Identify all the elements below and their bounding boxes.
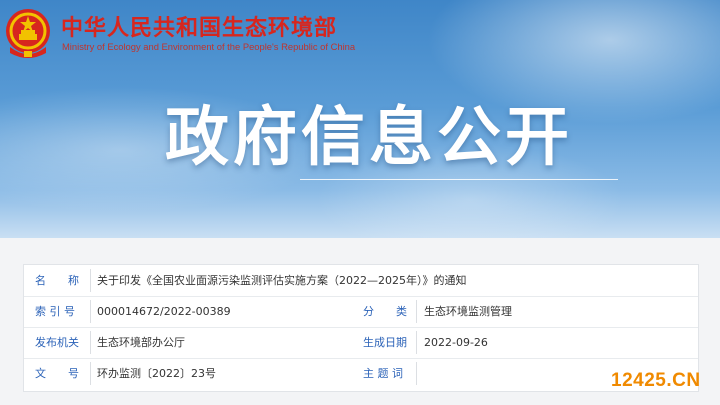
column-divider <box>90 300 91 323</box>
document-title[interactable]: 关于印发《全国农业面源污染监测评估实施方案（2022—2025年）》的通知 <box>97 265 467 296</box>
document-info-table: 名 称 关于印发《全国农业面源污染监测评估实施方案（2022—2025年）》的通… <box>23 264 699 392</box>
category-value: 生态环境监测管理 <box>424 305 512 318</box>
ministry-name-en: Ministry of Ecology and Environment of t… <box>62 41 356 52</box>
docno-value: 环办监测〔2022〕23号 <box>97 367 216 380</box>
national-emblem-icon <box>6 9 50 58</box>
ministry-name-cn: 中华人民共和国生态环境部 <box>61 16 338 41</box>
column-divider <box>416 300 417 323</box>
date-value: 2022-09-26 <box>424 336 488 349</box>
info-row-issuer: 发布机关 生态环境部办公厅 生成日期 2022-09-26 <box>24 327 698 359</box>
category-label: 分 类 <box>363 305 407 318</box>
info-row-docno: 文 号 环办监测〔2022〕23号 主 题 词 <box>24 358 698 389</box>
column-divider <box>416 331 417 354</box>
subject-label: 主 题 词 <box>363 367 403 380</box>
issuer-label: 发布机关 <box>35 336 79 349</box>
hero-banner: 中华人民共和国生态环境部 Ministry of Ecology and Env… <box>0 0 720 238</box>
info-row-name: 名 称 关于印发《全国农业面源污染监测评估实施方案（2022—2025年）》的通… <box>24 265 698 297</box>
column-divider <box>416 362 417 385</box>
title-divider <box>300 179 618 180</box>
index-number: 000014672/2022-00389 <box>97 305 231 318</box>
page-title: 政府信息公开 <box>165 101 573 175</box>
index-label: 索 引 号 <box>35 305 75 318</box>
docno-label: 文 号 <box>35 367 79 380</box>
issuer-value: 生态环境部办公厅 <box>97 336 185 349</box>
date-label: 生成日期 <box>363 336 407 349</box>
column-divider <box>90 362 91 385</box>
column-divider <box>90 269 91 292</box>
column-divider <box>90 331 91 354</box>
site-watermark: 12425.CN <box>611 370 701 391</box>
info-row-index: 索 引 号 000014672/2022-00389 分 类 生态环境监测管理 <box>24 296 698 328</box>
name-label: 名 称 <box>35 274 79 287</box>
